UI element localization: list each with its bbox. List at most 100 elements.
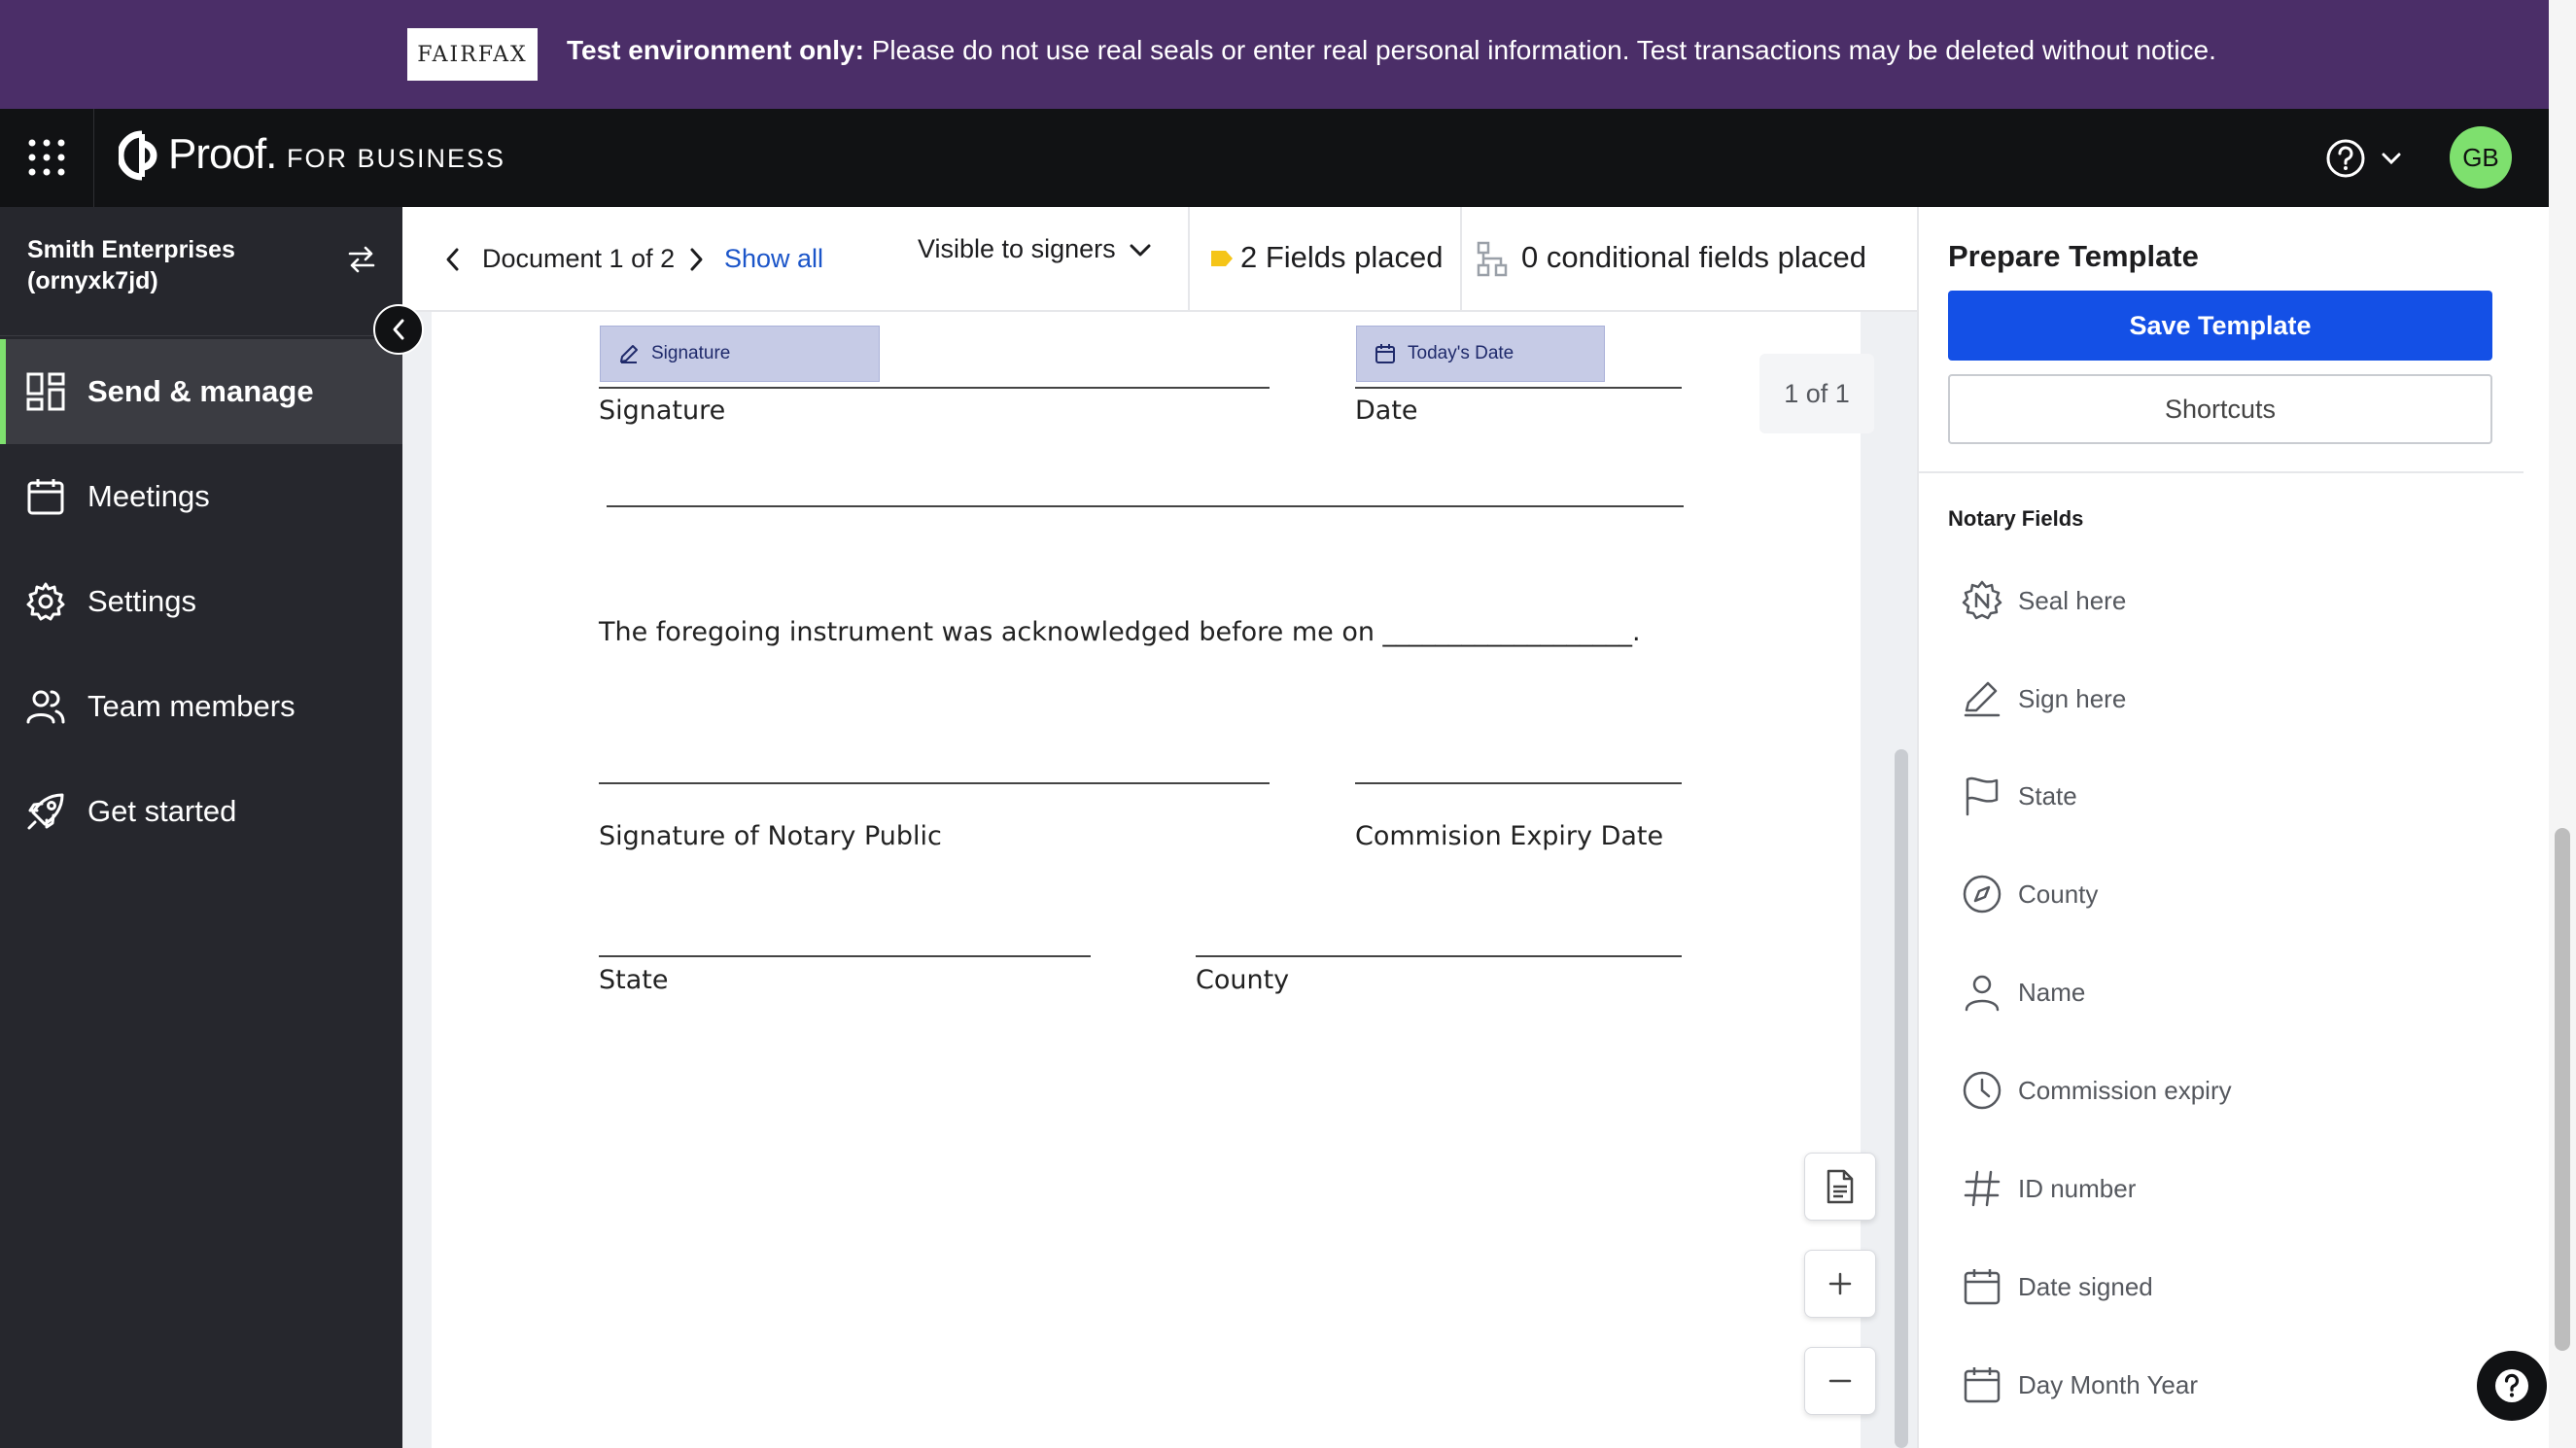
toolbar-divider — [1460, 207, 1462, 312]
test-environment-banner: FAIRFAX Test environment only: Please do… — [0, 0, 2576, 109]
user-avatar[interactable]: GB — [2450, 126, 2512, 189]
notary-field-county[interactable]: County — [1948, 855, 2492, 933]
show-all-link[interactable]: Show all — [724, 244, 823, 274]
date-line — [1355, 387, 1682, 389]
page-indicator: 1 of 1 — [1759, 354, 1874, 433]
document-toolbar: Document 1 of 2 Show all Visible to sign… — [402, 207, 1917, 312]
notary-field-name[interactable]: Name — [1948, 953, 2492, 1031]
notary-field-commission-expiry[interactable]: Commission expiry — [1948, 1052, 2492, 1129]
document-scrollbar[interactable] — [1895, 749, 1908, 1448]
top-header: Proof. FOR BUSINESS GB — [0, 109, 2549, 207]
date-label: Date — [1355, 396, 1418, 426]
panel-title: Prepare Template — [1948, 239, 2199, 273]
visibility-dropdown[interactable]: Visible to signers — [918, 234, 1116, 264]
sidebar-item-meetings[interactable]: Meetings — [0, 444, 402, 549]
users-icon — [26, 690, 65, 724]
notary-field-label: County — [2018, 879, 2099, 909]
page-scrollbar-thumb[interactable] — [2555, 828, 2570, 1351]
calendar-icon — [1964, 1269, 2001, 1305]
county-label: County — [1196, 965, 1290, 995]
brand-name: Proof. — [168, 130, 277, 178]
document-icon — [1827, 1169, 1854, 1204]
zoom-in-button[interactable] — [1804, 1250, 1876, 1318]
todays-date-field[interactable]: Today's Date — [1356, 326, 1605, 382]
collapse-sidebar-button[interactable] — [373, 304, 424, 355]
toolbar-divider — [1188, 207, 1190, 312]
prepare-template-panel: Prepare Template Save Template Shortcuts… — [1917, 207, 2524, 1448]
fairfax-badge: FAIRFAX — [407, 28, 538, 81]
document-counter: Document 1 of 2 — [482, 244, 676, 273]
signature-label: Signature — [599, 396, 726, 426]
notary-signature-line — [599, 782, 1270, 784]
notary-field-state[interactable]: State — [1948, 757, 2492, 835]
next-document-icon[interactable] — [684, 246, 708, 273]
person-icon — [1965, 975, 2000, 1012]
notary-field-day-month-year[interactable]: Day Month Year — [1948, 1346, 2492, 1424]
sidebar-item-label: Send & manage — [87, 374, 314, 408]
fields-placed-count: 2 Fields placed — [1240, 240, 1444, 274]
notary-field-seal-here[interactable]: Seal here — [1948, 562, 2492, 639]
notary-signature-label: Signature of Notary Public — [599, 821, 942, 851]
sidebar-item-settings[interactable]: Settings — [0, 549, 402, 654]
org-name-text: Smith Enterprises — [27, 236, 235, 263]
calendar-icon — [1964, 1367, 2001, 1403]
notary-field-label: Name — [2018, 977, 2086, 1007]
shortcuts-button[interactable]: Shortcuts — [1948, 374, 2492, 444]
tag-icon — [1211, 251, 1233, 266]
header-divider — [93, 109, 94, 207]
sidebar-item-send-manage[interactable]: Send & manage — [0, 339, 402, 444]
pen-icon — [1964, 681, 2001, 717]
commission-expiry-line — [1355, 782, 1682, 784]
clock-icon — [1963, 1071, 2002, 1110]
sidebar-item-label: Team members — [87, 689, 296, 723]
sidebar-item-team-members[interactable]: Team members — [0, 654, 402, 759]
question-icon — [2495, 1369, 2528, 1402]
plus-icon — [1828, 1272, 1852, 1295]
notary-field-label: Seal here — [2018, 585, 2127, 615]
document-viewer[interactable]: Signature Signature Today's Date Date Th… — [402, 312, 1917, 1448]
save-template-button[interactable]: Save Template — [1948, 291, 2492, 361]
proof-logo-icon[interactable] — [119, 130, 165, 181]
notary-field-sign-here[interactable]: Sign here — [1948, 660, 2492, 738]
previous-document-icon[interactable] — [441, 246, 465, 273]
organization-name: Smith Enterprises (ornyxk7jd) — [27, 234, 319, 296]
sidebar-divider — [0, 335, 402, 336]
notary-field-label: Commission expiry — [2018, 1075, 2232, 1105]
chevron-left-icon — [393, 319, 404, 340]
panel-divider — [1919, 471, 2524, 473]
calendar-icon — [27, 479, 64, 515]
org-id-text: (ornyxk7jd) — [27, 267, 158, 294]
todays-date-field-label: Today's Date — [1408, 343, 1514, 363]
separator-line — [607, 505, 1684, 507]
chevron-down-icon[interactable] — [1128, 240, 1153, 261]
notary-field-id-number[interactable]: ID number — [1948, 1150, 2492, 1227]
document-view-button[interactable] — [1804, 1153, 1876, 1221]
notary-field-label: Sign here — [2018, 683, 2127, 713]
help-menu[interactable] — [2325, 136, 2407, 181]
notary-field-date-signed[interactable]: Date signed — [1948, 1248, 2492, 1326]
flag-icon — [1966, 776, 1999, 816]
acknowledgment-text: The foregoing instrument was acknowledge… — [599, 617, 1641, 647]
pen-icon — [620, 345, 638, 363]
hierarchy-icon — [1477, 241, 1508, 277]
notary-field-label: State — [2018, 780, 2077, 810]
help-circle-icon — [2326, 139, 2365, 178]
hash-icon — [1964, 1170, 2001, 1207]
document-page[interactable]: Signature Signature Today's Date Date Th… — [432, 312, 1861, 1448]
help-chat-button[interactable] — [2477, 1351, 2547, 1421]
calendar-icon — [1375, 344, 1395, 363]
seal-icon — [1962, 580, 2002, 620]
apps-grid-icon[interactable] — [27, 138, 66, 177]
compass-icon — [1963, 875, 2002, 914]
signature-field-label: Signature — [651, 343, 731, 363]
gear-icon — [26, 582, 65, 621]
signature-field[interactable]: Signature — [600, 326, 880, 382]
zoom-out-button[interactable] — [1804, 1347, 1876, 1415]
county-line — [1196, 955, 1682, 957]
switch-organization-icon[interactable] — [346, 244, 377, 275]
notary-field-label: Day Month Year — [2018, 1369, 2199, 1399]
sidebar-item-get-started[interactable]: Get started — [0, 759, 402, 864]
state-label: State — [599, 965, 669, 995]
minus-icon — [1828, 1379, 1852, 1383]
dashboard-icon — [26, 372, 65, 411]
